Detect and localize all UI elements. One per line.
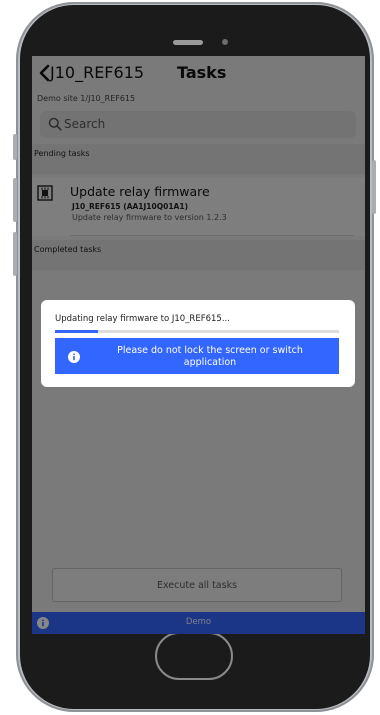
dialog-message: Updating relay firmware to J10_REF615... bbox=[55, 314, 230, 324]
front-camera bbox=[222, 39, 228, 45]
progress-dialog: Updating relay firmware to J10_REF615...… bbox=[41, 300, 355, 387]
home-button[interactable] bbox=[155, 632, 233, 680]
progress-bar bbox=[55, 330, 339, 333]
progress-bar-fill bbox=[55, 330, 98, 333]
warning-text: Please do not lock the screen or switch … bbox=[117, 345, 303, 368]
info-icon bbox=[68, 351, 80, 363]
silent-switch bbox=[13, 134, 17, 160]
app-screen: J10_REF615 Tasks Demo site 1/J10_REF615 … bbox=[32, 56, 365, 634]
earpiece-speaker bbox=[173, 40, 203, 45]
power-button bbox=[372, 160, 376, 214]
volume-up-button bbox=[13, 178, 17, 222]
warning-banner: Please do not lock the screen or switch … bbox=[55, 338, 339, 374]
volume-down-button bbox=[13, 232, 17, 276]
